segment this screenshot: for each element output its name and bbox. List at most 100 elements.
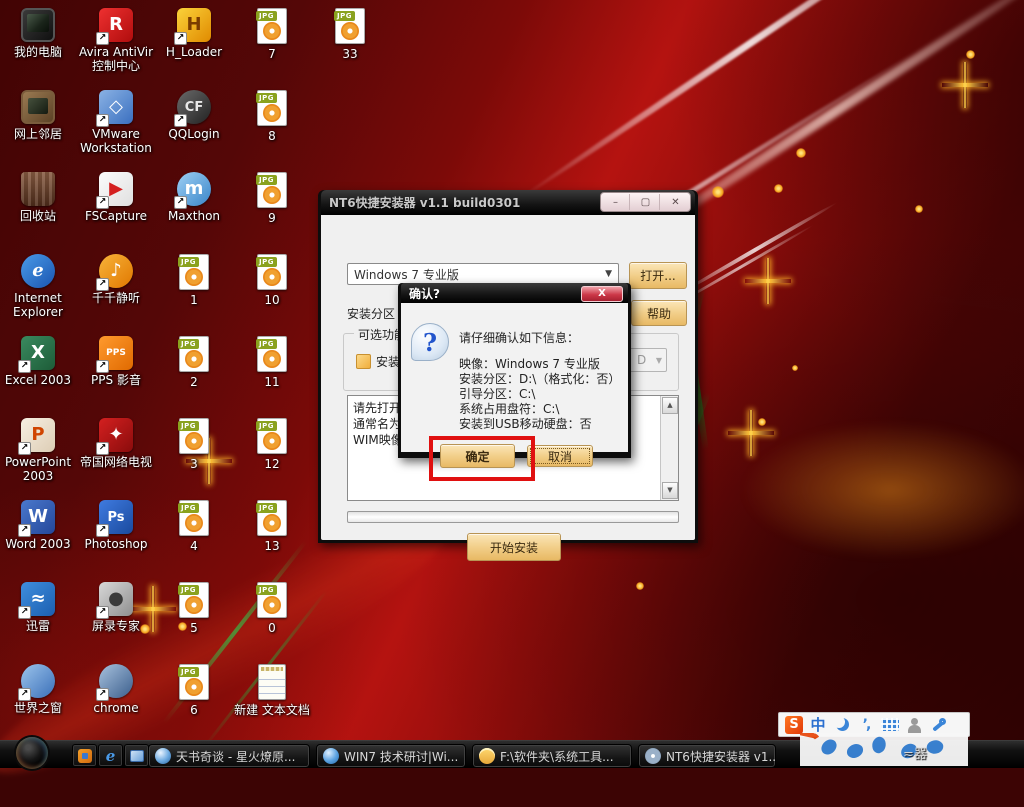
window-titlebar[interactable]: NT6快捷安装器 v1.1 build0301 – ▢ ✕: [321, 190, 695, 215]
scroll-down-button[interactable]: ▼: [662, 482, 678, 499]
close-button[interactable]: ✕: [662, 194, 689, 210]
desktop-icon-label: Internet Explorer: [0, 291, 77, 319]
desktop-icon-pps-player[interactable]: PPS↗PPS 影音: [77, 336, 155, 387]
desktop-icon-screen-recorder[interactable]: ●↗屏录专家: [77, 582, 155, 633]
desktop-icon-jpg-13[interactable]: JPG13: [233, 500, 311, 553]
desktop-icon-label: 4: [155, 539, 233, 553]
open-button[interactable]: 打开...: [629, 262, 687, 289]
confirm-info-lines: 映像：Windows 7 专业版安装分区：D:\（格式化：否）引导分区：C:\系…: [459, 357, 620, 432]
desktop-icon-qq-login[interactable]: CF↗QQLogin: [155, 90, 233, 141]
desktop-icon-avira-antivir[interactable]: R↗Avira AntiVir 控制中心: [77, 8, 155, 73]
window-title: NT6快捷安装器 v1.1 build0301: [321, 194, 520, 211]
soft-keyboard-icon[interactable]: [881, 718, 899, 731]
quick-launch-show-desktop-icon[interactable]: [72, 744, 97, 767]
desktop-icon-jpg-5[interactable]: JPG5: [155, 582, 233, 635]
jpg-10-icon: JPG: [257, 254, 287, 290]
desktop-icon-jpg-1[interactable]: JPG 1: [155, 254, 233, 307]
maximize-button[interactable]: ▢: [632, 194, 660, 210]
minimize-button[interactable]: –: [602, 194, 630, 210]
shortcut-arrow-icon: ↗: [18, 360, 31, 373]
shortcut-arrow-icon: ↗: [174, 32, 187, 45]
desktop-icon-label: 帝国网络电视: [77, 455, 155, 469]
chinese-mode-icon[interactable]: 中: [809, 716, 827, 734]
start-button[interactable]: [16, 737, 48, 769]
desktop-icon-empire-tv[interactable]: ✦↗ 帝国网络电视: [77, 418, 155, 469]
shortcut-arrow-icon: ↗: [96, 196, 109, 209]
task-nt6-installer[interactable]: NT6快捷安装器 v1...: [638, 744, 776, 768]
desktop-icon-label: 5: [155, 621, 233, 635]
desktop-icon-jpg-10[interactable]: JPG10: [233, 254, 311, 307]
quick-launch-internet-explorer-icon[interactable]: e: [98, 744, 123, 767]
photoshop-icon: Ps↗: [99, 500, 133, 534]
desktop-icon-jpg-11[interactable]: JPG11: [233, 336, 311, 389]
scroll-up-button[interactable]: ▲: [662, 397, 678, 414]
desktop-icon-label: QQLogin: [155, 127, 233, 141]
desktop-icon-label: 12: [233, 457, 311, 471]
fscapture-icon: ▶↗: [99, 172, 133, 206]
taskbar-button-label: NT6快捷安装器 v1...: [666, 748, 776, 765]
desktop-icon-world-window[interactable]: ↗世界之窗: [0, 664, 77, 715]
install-checkbox-label: 安装: [376, 353, 400, 370]
empire-tv-icon: ✦↗: [99, 418, 133, 452]
scrollbar-track[interactable]: ▲ ▼: [660, 396, 678, 500]
desktop-icon-jpg-3[interactable]: JPG3: [155, 418, 233, 471]
desktop-icon-jpg-6[interactable]: JPG6: [155, 664, 233, 717]
desktop-icon-excel-2003[interactable]: X↗Excel 2003: [0, 336, 77, 387]
ok-button[interactable]: 确定: [440, 444, 515, 468]
desktop-icon-fscapture[interactable]: ▶↗FSCapture: [77, 172, 155, 223]
desktop-icon-jpg-12[interactable]: JPG12: [233, 418, 311, 471]
desktop-icon-jpg-4[interactable]: JPG4: [155, 500, 233, 553]
jpg-1-icon: JPG: [179, 254, 209, 290]
desktop-icon-jpg-9[interactable]: JPG9: [233, 172, 311, 225]
desktop-icon-jpg-0[interactable]: JPG0: [233, 582, 311, 635]
desktop-icon-jpg-2[interactable]: JPG2: [155, 336, 233, 389]
globe-icon: [155, 748, 171, 764]
desktop-icon-jpg-7[interactable]: JPG7: [233, 8, 311, 61]
desktop-icon-chrome[interactable]: ↗chrome: [77, 664, 155, 715]
wrench-icon[interactable]: [929, 716, 947, 734]
world-window-icon: ↗: [21, 664, 55, 698]
task-win7-forum[interactable]: WIN7 技术研讨|Wi...: [316, 744, 466, 768]
shortcut-arrow-icon: ↗: [18, 524, 31, 537]
user-icon[interactable]: [905, 716, 923, 734]
desktop-icon-recycle-bin[interactable]: 回收站: [0, 172, 77, 223]
image-select[interactable]: Windows 7 专业版 ▼: [347, 263, 619, 285]
confirm-dialog: 确认? X ? 请仔细确认如下信息： 映像：Windows 7 专业版安装分区：…: [398, 283, 631, 458]
desktop-icon-label: 迅雷: [0, 619, 77, 633]
shortcut-arrow-icon: ↗: [96, 688, 109, 701]
jpg-3-icon: JPG: [179, 418, 209, 454]
punctuation-icon[interactable]: ’,: [857, 716, 875, 734]
confirm-titlebar[interactable]: 确认? X: [401, 283, 628, 303]
taskbar-button-label: F:\软件夹\系统工具...: [500, 748, 614, 765]
desktop-icon-new-text-document[interactable]: 新建 文本文档: [233, 664, 311, 717]
start-install-button[interactable]: 开始安装: [467, 533, 561, 561]
desktop-icon-xunlei[interactable]: ≈↗迅雷: [0, 582, 77, 633]
sogou-icon[interactable]: S: [785, 716, 803, 734]
desktop-icon-label: 1: [155, 293, 233, 307]
desktop-icon-my-computer[interactable]: 我的电脑: [0, 8, 77, 59]
desktop-icon-internet-explorer[interactable]: eInternet Explorer: [0, 254, 77, 319]
confirm-close-button[interactable]: X: [581, 286, 623, 302]
desktop-icon-label: 千千静听: [77, 291, 155, 305]
desktop-icon-network-places[interactable]: 网上邻居: [0, 90, 77, 141]
drive-select[interactable]: D ▼: [629, 348, 667, 372]
task-tianshu[interactable]: 天书奇谈 - 星火燎原...: [148, 744, 310, 768]
install-checkbox[interactable]: [356, 354, 371, 369]
desktop-icon-h-loader[interactable]: H↗H_Loader: [155, 8, 233, 59]
task-explorer[interactable]: F:\软件夹\系统工具...: [472, 744, 632, 768]
desktop-icon-label: Photoshop: [77, 537, 155, 551]
jpg-2-icon: JPG: [179, 336, 209, 372]
desktop-icon-vmware-workstation[interactable]: ◇↗VMware Workstation: [77, 90, 155, 155]
cancel-button[interactable]: 取消: [527, 445, 593, 467]
desktop-icon-powerpoint-2003[interactable]: P↗PowerPoint 2003: [0, 418, 77, 483]
help-button[interactable]: 帮助: [631, 300, 687, 326]
desktop-icon-word-2003[interactable]: W↗Word 2003: [0, 500, 77, 551]
desktop-icon-photoshop[interactable]: Ps↗ Photoshop: [77, 500, 155, 551]
desktop-icon-jpg-8[interactable]: JPG8: [233, 90, 311, 143]
quick-launch-window-app-icon[interactable]: [124, 744, 149, 767]
desktop-icon-ttplayer[interactable]: ♪↗千千静听: [77, 254, 155, 305]
shortcut-arrow-icon: ↗: [18, 606, 31, 619]
desktop-icon-maxthon[interactable]: m↗Maxthon: [155, 172, 233, 223]
desktop-icon-jpg-33[interactable]: JPG33: [311, 8, 389, 61]
fullhalf-moon-icon[interactable]: [833, 716, 851, 734]
